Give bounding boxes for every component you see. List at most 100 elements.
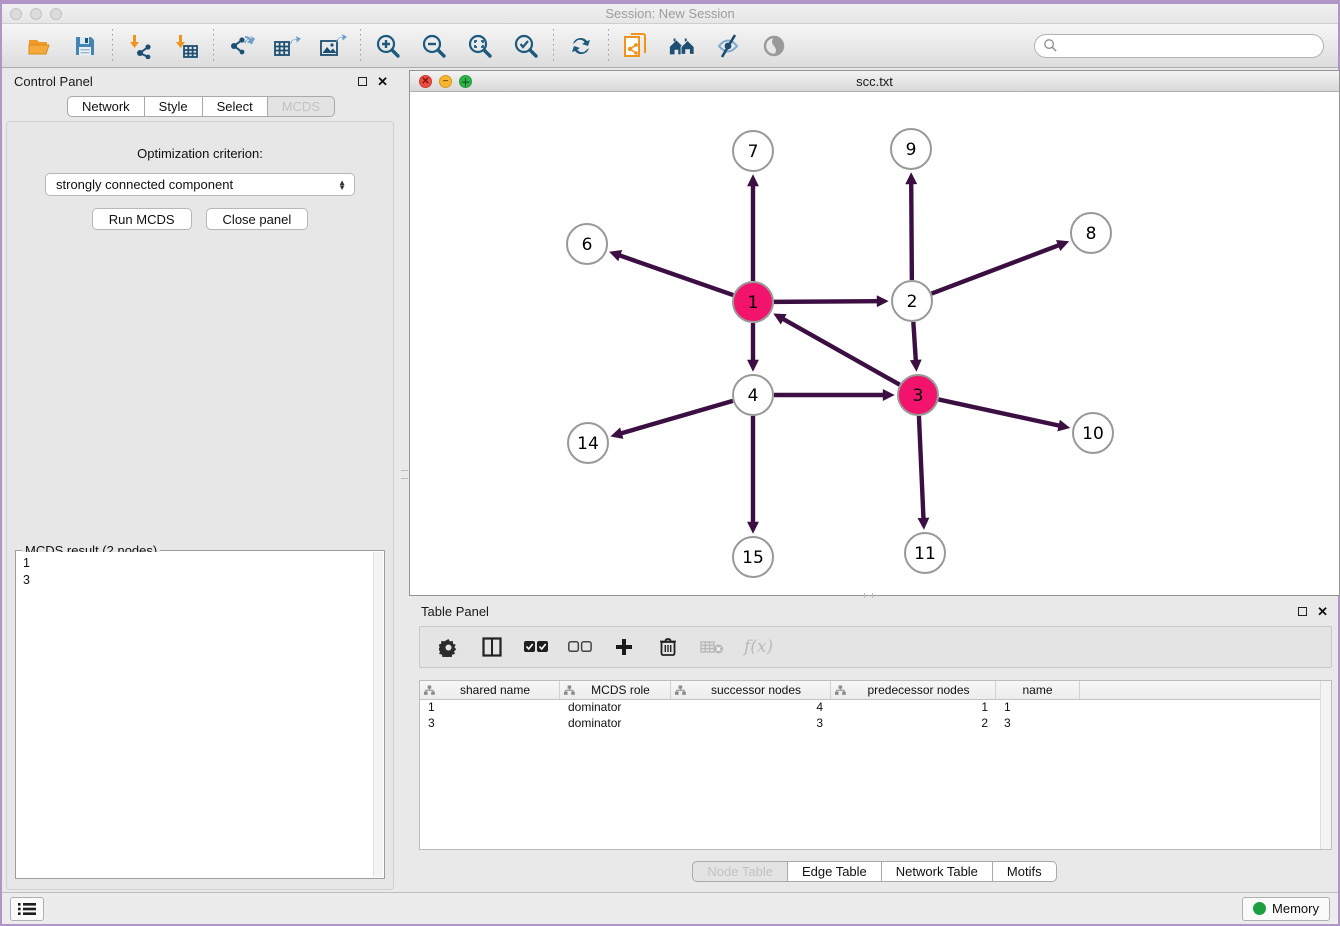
window-titlebar: Session: New Session bbox=[2, 4, 1338, 24]
table-settings-icon[interactable] bbox=[436, 635, 460, 659]
task-history-button[interactable] bbox=[10, 897, 44, 921]
column-header-label: shared name bbox=[435, 683, 555, 697]
column-header-label: MCDS role bbox=[575, 683, 666, 697]
column-header-MCDS-role[interactable]: MCDS role bbox=[560, 681, 671, 699]
graph-node-8[interactable]: 8 bbox=[1071, 213, 1111, 253]
refresh-icon[interactable] bbox=[567, 32, 595, 60]
save-session-icon[interactable] bbox=[71, 32, 99, 60]
hide-selected-icon[interactable] bbox=[714, 32, 742, 60]
float-panel-icon[interactable] bbox=[1298, 607, 1307, 616]
table-cell[interactable]: 1 bbox=[996, 700, 1080, 716]
column-header-successor-nodes[interactable]: successor nodes bbox=[671, 681, 831, 699]
table-toolbar: f(x) bbox=[419, 626, 1332, 668]
close-panel-button[interactable]: Close panel bbox=[206, 208, 309, 230]
network-view-window: ✕ − ＋ scc.txt 7968124314101511 bbox=[409, 70, 1340, 596]
graph-node-14[interactable]: 14 bbox=[568, 423, 608, 463]
tab-style[interactable]: Style bbox=[145, 96, 203, 117]
optimization-criterion-label: Optimization criterion: bbox=[7, 146, 393, 161]
export-network-icon[interactable] bbox=[227, 32, 255, 60]
add-column-icon[interactable] bbox=[612, 635, 636, 659]
mcds-result-text[interactable]: 1 3 bbox=[17, 552, 373, 877]
tab-motifs[interactable]: Motifs bbox=[993, 861, 1057, 882]
graph-edge-2-9[interactable] bbox=[911, 183, 912, 280]
mcds-result-scrollbar[interactable] bbox=[373, 552, 383, 877]
table-cell[interactable]: 1 bbox=[831, 700, 996, 716]
table-cell[interactable]: dominator bbox=[560, 716, 671, 732]
column-header-name[interactable]: name bbox=[996, 681, 1080, 699]
graph-node-1[interactable]: 1 bbox=[733, 282, 773, 322]
table-row[interactable]: 3dominator323 bbox=[420, 716, 1331, 732]
run-mcds-button[interactable]: Run MCDS bbox=[92, 208, 192, 230]
close-panel-icon[interactable]: ✕ bbox=[1317, 607, 1328, 616]
import-network-icon[interactable] bbox=[126, 32, 154, 60]
graph-edge-3-1[interactable] bbox=[783, 319, 900, 385]
graph-edge-1-6[interactable] bbox=[619, 255, 733, 295]
tab-edge-table[interactable]: Edge Table bbox=[788, 861, 882, 882]
open-session-icon[interactable] bbox=[25, 32, 53, 60]
zoom-fit-icon[interactable] bbox=[466, 32, 494, 60]
graph-node-2[interactable]: 2 bbox=[892, 281, 932, 321]
duplicate-network-icon[interactable] bbox=[622, 32, 650, 60]
export-image-icon[interactable] bbox=[319, 32, 347, 60]
graph-node-15[interactable]: 15 bbox=[733, 537, 773, 577]
main-toolbar bbox=[2, 24, 1338, 68]
export-table-icon[interactable] bbox=[273, 32, 301, 60]
table-header-row: shared name MCDS role successor nodes prede… bbox=[420, 681, 1331, 700]
optimization-criterion-select[interactable]: strongly connected component ▲▼ bbox=[45, 173, 355, 196]
graph-edge-3-11[interactable] bbox=[919, 416, 924, 519]
tab-network-table[interactable]: Network Table bbox=[882, 861, 993, 882]
graph-node-7[interactable]: 7 bbox=[733, 131, 773, 171]
show-all-icon[interactable] bbox=[760, 32, 788, 60]
graph-node-4[interactable]: 4 bbox=[733, 375, 773, 415]
import-table-icon[interactable] bbox=[172, 32, 200, 60]
table-cell[interactable]: 3 bbox=[671, 716, 831, 732]
control-panel-title: Control Panel bbox=[14, 74, 358, 89]
splitter-handle[interactable] bbox=[401, 470, 408, 479]
window-title: Session: New Session bbox=[2, 6, 1338, 21]
tab-mcds[interactable]: MCDS bbox=[268, 96, 335, 117]
graph-node-9[interactable]: 9 bbox=[891, 129, 931, 169]
table-cell[interactable]: 3 bbox=[420, 716, 560, 732]
graph-node-6[interactable]: 6 bbox=[567, 224, 607, 264]
table-scrollbar[interactable] bbox=[1320, 681, 1331, 849]
zoom-in-icon[interactable] bbox=[374, 32, 402, 60]
table-cell[interactable]: dominator bbox=[560, 700, 671, 716]
search-input[interactable] bbox=[1058, 39, 1315, 53]
first-neighbors-icon[interactable] bbox=[668, 32, 696, 60]
delete-column-icon[interactable] bbox=[656, 635, 680, 659]
node-table[interactable]: shared name MCDS role successor nodes prede… bbox=[419, 680, 1332, 850]
table-cell[interactable]: 1 bbox=[420, 700, 560, 716]
table-panel-tabs: Node TableEdge TableNetwork TableMotifs bbox=[409, 861, 1340, 882]
column-header-shared-name[interactable]: shared name bbox=[420, 681, 560, 699]
graph-edge-2-8[interactable] bbox=[932, 245, 1060, 293]
select-all-icon[interactable] bbox=[524, 635, 548, 659]
table-cell[interactable]: 4 bbox=[671, 700, 831, 716]
float-panel-icon[interactable] bbox=[358, 77, 367, 86]
zoom-selected-icon[interactable] bbox=[512, 32, 540, 60]
graph-edge-3-10[interactable] bbox=[939, 399, 1060, 425]
zoom-out-icon[interactable] bbox=[420, 32, 448, 60]
tab-node-table[interactable]: Node Table bbox=[692, 861, 788, 882]
network-graph-canvas[interactable]: 7 9 6 8 1 2 4 3 14 10 15 11 bbox=[410, 92, 1339, 595]
graph-node-11[interactable]: 11 bbox=[905, 533, 945, 573]
search-box[interactable] bbox=[1034, 34, 1324, 58]
delete-table-icon[interactable] bbox=[700, 635, 724, 659]
table-cell[interactable]: 3 bbox=[996, 716, 1080, 732]
tab-select[interactable]: Select bbox=[203, 96, 268, 117]
graph-node-3[interactable]: 3 bbox=[898, 375, 938, 415]
graph-edge-1-2[interactable] bbox=[774, 301, 878, 302]
memory-button[interactable]: Memory bbox=[1242, 897, 1330, 921]
tab-network[interactable]: Network bbox=[67, 96, 145, 117]
deselect-all-icon[interactable] bbox=[568, 635, 592, 659]
graph-node-label: 15 bbox=[742, 548, 764, 568]
column-layout-icon[interactable] bbox=[480, 635, 504, 659]
graph-node-10[interactable]: 10 bbox=[1073, 413, 1113, 453]
close-panel-icon[interactable]: ✕ bbox=[377, 77, 388, 86]
column-header-predecessor-nodes[interactable]: predecessor nodes bbox=[831, 681, 996, 699]
graph-edge-2-3[interactable] bbox=[913, 322, 915, 361]
table-row[interactable]: 1dominator411 bbox=[420, 700, 1331, 716]
function-builder-icon[interactable]: f(x) bbox=[744, 637, 773, 657]
table-cell[interactable]: 2 bbox=[831, 716, 996, 732]
column-header-label: predecessor nodes bbox=[846, 683, 991, 697]
graph-edge-4-14[interactable] bbox=[621, 401, 733, 434]
